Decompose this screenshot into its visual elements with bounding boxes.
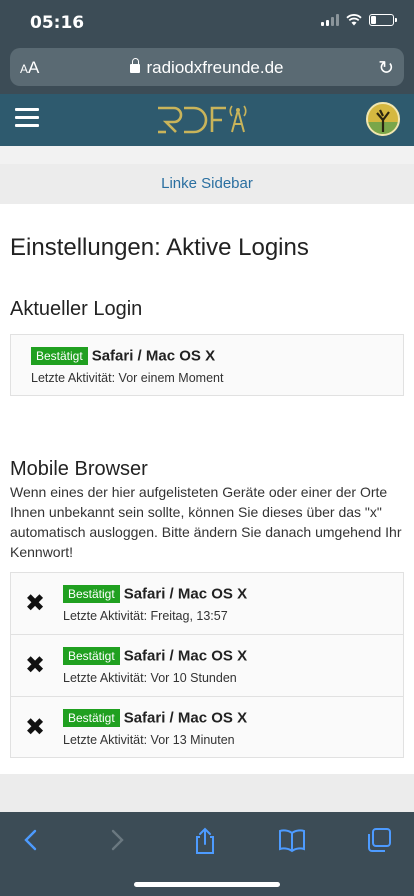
safari-toolbar [0, 812, 414, 896]
browser-name: Safari / Mac OS X [123, 585, 248, 603]
browser-name: Safari / Mac OS X [91, 347, 216, 365]
session-row: ✖ Bestätigt Safari / Mac OS X Letzte Akti… [11, 573, 403, 635]
last-activity: Letzte Aktivität: Vor 13 Minuten [63, 733, 235, 748]
session-row: ✖ Bestätigt Safari / Mac OS X Letzte Akti… [11, 697, 403, 759]
tabs-icon[interactable] [364, 826, 394, 854]
logout-x-icon[interactable]: ✖ [25, 589, 45, 617]
status-badge: Bestätigt [31, 347, 88, 365]
signal-icon [321, 14, 339, 26]
hamburger-menu-icon[interactable] [15, 108, 39, 128]
battery-icon [369, 14, 397, 26]
home-indicator [134, 882, 280, 887]
forward-icon[interactable] [102, 826, 132, 854]
status-badge: Bestätigt [63, 585, 120, 603]
current-login-box: Bestätigt Safari / Mac OS X Letzte Aktivi… [10, 334, 404, 396]
sidebar-toggle-link[interactable]: Linke Sidebar [0, 164, 414, 204]
last-activity: Letzte Aktivität: Vor 10 Stunden [63, 671, 237, 686]
current-login-heading: Aktueller Login [10, 298, 143, 320]
tree-icon [368, 109, 398, 134]
url-text: radiodxfreunde.de [146, 58, 284, 77]
share-icon[interactable] [190, 826, 220, 854]
browser-name: Safari / Mac OS X [123, 647, 248, 665]
status-time: 05:16 [30, 13, 85, 33]
session-row: ✖ Bestätigt Safari / Mac OS X Letzte Akti… [11, 635, 403, 697]
status-badge: Bestätigt [63, 647, 120, 665]
site-header [0, 94, 414, 146]
back-icon[interactable] [16, 826, 46, 854]
rdf-logo-icon [158, 105, 247, 134]
main-panel: Einstellungen: Aktive Logins Aktueller L… [0, 204, 414, 804]
browser-name: Safari / Mac OS X [123, 709, 248, 727]
logout-x-icon[interactable]: ✖ [25, 651, 45, 679]
page-content: Linke Sidebar Einstellungen: Aktive Logi… [0, 146, 414, 812]
last-activity: Letzte Aktivität: Freitag, 13:57 [63, 609, 228, 624]
footer-strip [0, 774, 414, 812]
user-avatar[interactable] [366, 102, 400, 136]
last-activity: Letzte Aktivität: Vor einem Moment [31, 371, 224, 386]
safari-address-area: AA radiodxfreunde.de ↻ [0, 44, 414, 94]
status-badge: Bestätigt [63, 709, 120, 727]
wifi-icon [346, 14, 362, 26]
url-display[interactable]: radiodxfreunde.de [10, 58, 404, 78]
bookmarks-icon[interactable] [277, 826, 307, 854]
status-bar: 05:16 [0, 0, 414, 44]
logout-x-icon[interactable]: ✖ [25, 713, 45, 741]
site-logo[interactable] [154, 102, 250, 136]
lock-icon [130, 58, 141, 73]
address-bar[interactable]: AA radiodxfreunde.de ↻ [10, 48, 404, 86]
status-icons [321, 14, 397, 26]
mobile-browser-heading: Mobile Browser [10, 458, 148, 480]
mobile-browser-description: Wenn eines der hier aufgelisteten Geräte… [10, 484, 402, 560]
reload-icon[interactable]: ↻ [378, 57, 394, 80]
mobile-sessions-list: ✖ Bestätigt Safari / Mac OS X Letzte Akti… [10, 572, 404, 758]
page-title: Einstellungen: Aktive Logins [10, 234, 309, 261]
